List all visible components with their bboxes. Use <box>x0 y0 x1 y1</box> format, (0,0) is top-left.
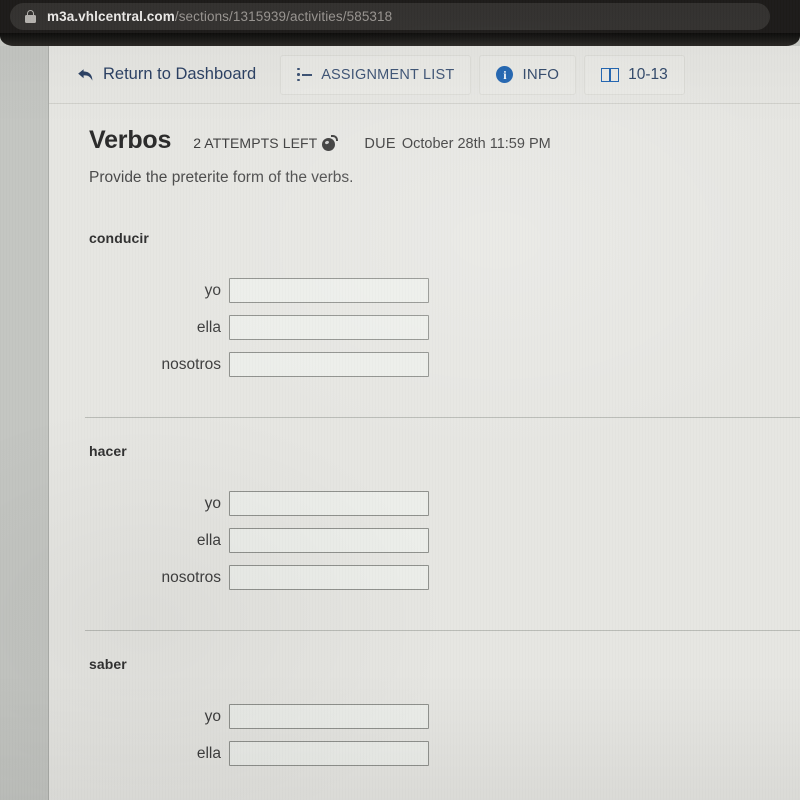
pronoun-label: nosotros <box>161 568 221 586</box>
info-glyph: i <box>496 66 514 83</box>
back-arrow-icon <box>77 68 94 82</box>
verb-section: saber yo ella <box>49 631 800 800</box>
conjugation-row: ella <box>89 528 800 553</box>
conjugation-rows: yo ella <box>89 672 800 800</box>
page-title: Verbos <box>89 126 172 154</box>
conjugation-row: nosotros <box>89 352 800 377</box>
page-content: Return to Dashboard ASSIGNMENT LIST i IN… <box>49 46 800 800</box>
attempts-badge: 2 ATTEMPTS LEFT <box>193 135 339 151</box>
verb-section: conducir yo ella nosotros <box>49 205 800 417</box>
url-host: m3a.vhlcentral.com <box>47 9 175 24</box>
lesson-range-label: 10-13 <box>628 65 668 83</box>
due-info: DUE October 28th 11:59 PM <box>364 136 550 152</box>
conjugation-row: ella <box>89 741 800 766</box>
conjugation-row: yo <box>89 491 800 516</box>
conjugation-row: yo <box>89 278 800 303</box>
open-book-icon <box>601 67 620 82</box>
address-bar[interactable]: m3a.vhlcentral.com/sections/1315939/acti… <box>10 3 770 30</box>
verb-section: hacer yo ella nosotros <box>49 418 800 630</box>
browser-toolbar: m3a.vhlcentral.com/sections/1315939/acti… <box>0 0 800 35</box>
conjugation-rows: yo ella nosotros <box>89 246 800 417</box>
screen-photo: m3a.vhlcentral.com/sections/1315939/acti… <box>0 0 800 800</box>
url-path: /sections/1315939/activities/585318 <box>174 9 393 24</box>
conjugation-input[interactable] <box>229 315 429 340</box>
assignment-list-label: ASSIGNMENT LIST <box>321 66 455 83</box>
conjugation-input[interactable] <box>229 528 429 553</box>
conjugation-input[interactable] <box>229 704 429 729</box>
activity-header: Verbos 2 ATTEMPTS LEFT DUE October 28th 1… <box>49 104 800 155</box>
activity-instructions: Provide the preterite form of the verbs. <box>89 169 354 186</box>
pronoun-label: nosotros <box>161 355 221 373</box>
bomb-icon <box>322 135 339 151</box>
conjugation-input[interactable] <box>229 565 429 590</box>
verb-name: conducir <box>89 230 149 246</box>
verb-exercise-list: conducir yo ella nosotros hacer yo ella nosotro… <box>49 205 800 800</box>
due-label: DUE <box>364 136 396 152</box>
pronoun-label: ella <box>196 318 221 336</box>
conjugation-input[interactable] <box>229 491 429 516</box>
web-page: Return to Dashboard ASSIGNMENT LIST i IN… <box>0 46 800 800</box>
browser-bar-shadow <box>0 33 800 46</box>
list-icon <box>297 67 313 82</box>
return-to-dashboard-label: Return to Dashboard <box>103 65 257 83</box>
assignment-list-button[interactable]: ASSIGNMENT LIST <box>280 54 472 95</box>
conjugation-rows: yo ella nosotros <box>89 459 800 630</box>
conjugation-input[interactable] <box>229 352 429 377</box>
info-button[interactable]: i INFO <box>479 54 577 95</box>
pronoun-label: ella <box>196 531 221 549</box>
activity-navbar: Return to Dashboard ASSIGNMENT LIST i IN… <box>49 46 800 104</box>
conjugation-row: yo <box>89 704 800 729</box>
address-bar-text: m3a.vhlcentral.com/sections/1315939/acti… <box>47 9 392 24</box>
page-left-gutter <box>0 46 49 800</box>
due-date: October 28th 11:59 PM <box>401 136 551 152</box>
conjugation-row: ella <box>89 315 800 340</box>
pronoun-label: ella <box>196 744 221 762</box>
conjugation-input[interactable] <box>229 741 429 766</box>
lesson-range-button[interactable]: 10-13 <box>584 54 685 95</box>
attempts-label: 2 ATTEMPTS LEFT <box>193 135 318 151</box>
conjugation-input[interactable] <box>229 278 429 303</box>
return-to-dashboard-button[interactable]: Return to Dashboard <box>67 55 272 95</box>
pronoun-label: yo <box>204 494 221 512</box>
lock-icon <box>25 10 36 23</box>
pronoun-label: yo <box>204 281 221 299</box>
conjugation-row: nosotros <box>89 565 800 590</box>
pronoun-label: yo <box>204 707 221 725</box>
info-label: INFO <box>522 66 560 83</box>
verb-name: saber <box>89 656 127 672</box>
verb-name: hacer <box>89 443 127 459</box>
info-circle-icon: i <box>496 66 514 83</box>
